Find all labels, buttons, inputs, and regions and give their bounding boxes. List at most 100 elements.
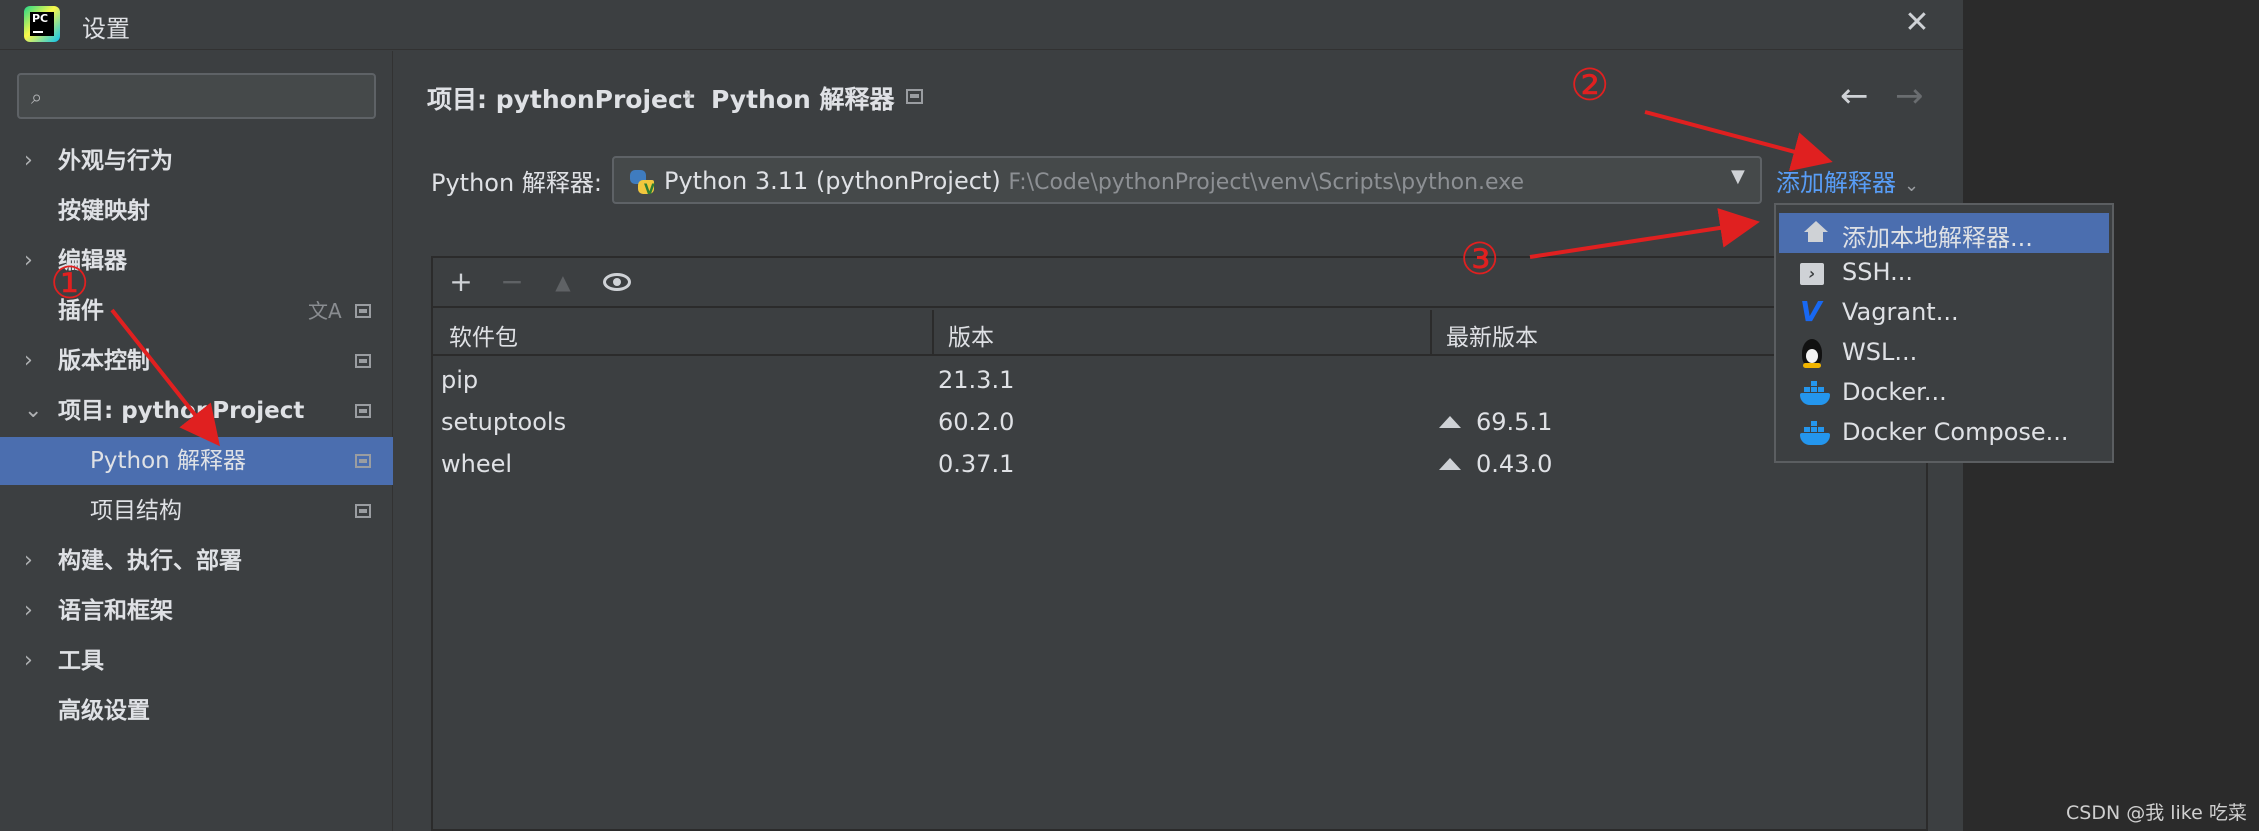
table-row[interactable]: wheel 0.37.1 0.43.0 [433, 444, 1926, 486]
dropdown-arrow-icon: ▼ [1731, 166, 1745, 187]
interpreter-value: Python 3.11 (pythonProject) F:\Code\pyth… [664, 167, 1524, 195]
chevron-right-icon: › [24, 148, 33, 173]
column-header-package[interactable]: 软件包 [449, 318, 518, 352]
settings-dialog: PC 设置 ✕ ⌕ › 外观与行为 按键映射 › 编辑器 插件 文A › 版本控… [0, 0, 2114, 831]
sidebar-item-label: 按键映射 [58, 198, 150, 224]
sidebar-item-label: Python 解释器 [90, 448, 247, 474]
search-icon: ⌕ [31, 85, 43, 109]
menu-item-docker[interactable]: Docker... [1776, 373, 2112, 413]
terminal-icon: › [1800, 263, 1824, 285]
remove-package-icon[interactable]: − [494, 264, 530, 300]
linux-icon [1802, 339, 1822, 368]
sidebar-item-label: 项目结构 [90, 498, 182, 524]
close-icon[interactable]: ✕ [1900, 6, 1934, 40]
package-version: 21.3.1 [938, 366, 1015, 394]
sidebar-item-languages[interactable]: › 语言和框架 [0, 587, 393, 635]
sidebar-item-label: 项目: pythonProject [58, 398, 305, 424]
menu-item-add-local-interpreter[interactable]: 添加本地解释器... [1779, 213, 2109, 253]
interpreter-path: F:\Code\pythonProject\venv\Scripts\pytho… [1008, 170, 1525, 195]
annotation-step-3: ③ [1460, 234, 1500, 285]
sidebar-item-tools[interactable]: › 工具 [0, 637, 393, 685]
menu-item-vagrant[interactable]: V Vagrant... [1776, 293, 2112, 333]
column-divider [932, 310, 934, 356]
chevron-right-icon: › [24, 598, 33, 623]
menu-item-label: 添加本地解释器... [1842, 224, 2033, 252]
package-version: 60.2.0 [938, 408, 1015, 436]
chevron-right-icon: › [24, 648, 33, 673]
watermark: CSDN @我 like 吃菜 [2066, 802, 2247, 824]
sidebar-item-project[interactable]: ⌄ 项目: pythonProject [0, 387, 393, 435]
chevron-right-icon: › [24, 348, 33, 373]
sidebar-item-project-structure[interactable]: 项目结构 [0, 487, 393, 535]
project-scope-icon [355, 454, 371, 468]
column-divider [1430, 310, 1432, 356]
search-box[interactable]: ⌕ [17, 73, 376, 119]
packages-toolbar: + − ▲ [433, 258, 1926, 308]
sidebar-item-label: 工具 [58, 648, 104, 674]
add-interpreter-label: 添加解释器 [1776, 169, 1896, 197]
upgrade-available-icon [1439, 416, 1461, 428]
menu-item-ssh[interactable]: › SSH... [1776, 253, 2112, 293]
forward-arrow-icon[interactable]: → [1895, 76, 1924, 116]
menu-item-label: WSL... [1842, 338, 1918, 366]
project-scope-icon [355, 304, 371, 318]
project-scope-icon [355, 354, 371, 368]
breadcrumb-project[interactable]: 项目: pythonProject [427, 80, 695, 116]
sidebar-item-advanced[interactable]: 高级设置 [0, 687, 393, 735]
menu-item-wsl[interactable]: WSL... [1776, 333, 2112, 373]
eye-icon[interactable] [603, 273, 631, 291]
breadcrumb-separator: › [683, 80, 693, 109]
vagrant-icon: V [1800, 295, 1822, 328]
back-arrow-icon[interactable]: ← [1840, 76, 1869, 116]
menu-item-label: Docker Compose... [1842, 418, 2069, 446]
home-icon [1803, 221, 1829, 247]
menu-item-docker-compose[interactable]: Docker Compose... [1776, 413, 2112, 453]
upgrade-available-icon [1439, 458, 1461, 470]
menu-item-label: Vagrant... [1842, 298, 1959, 326]
menu-item-label: SSH... [1842, 258, 1913, 286]
docker-icon [1800, 381, 1830, 407]
docker-icon [1800, 421, 1830, 447]
translate-icon: 文A [308, 299, 342, 323]
add-interpreter-link[interactable]: 添加解释器 ⌄ [1776, 163, 1919, 198]
column-header-version[interactable]: 版本 [948, 318, 994, 352]
sidebar-item-build[interactable]: › 构建、执行、部署 [0, 537, 393, 585]
packages-table-header: 软件包 版本 最新版本 [433, 310, 1926, 356]
sidebar-item-label: 高级设置 [58, 698, 150, 724]
package-name: wheel [441, 450, 513, 478]
breadcrumb-page: Python 解释器 [711, 85, 895, 114]
table-row[interactable]: pip 21.3.1 [433, 360, 1926, 402]
settings-sidebar: ⌕ › 外观与行为 按键映射 › 编辑器 插件 文A › 版本控制 ⌄ 项目: … [0, 51, 393, 831]
sidebar-item-python-interpreter[interactable]: Python 解释器 [0, 437, 393, 485]
sidebar-item-keymap[interactable]: 按键映射 [0, 187, 393, 235]
sidebar-item-label: 外观与行为 [58, 148, 173, 174]
add-interpreter-menu: 添加本地解释器... › SSH... V Vagrant... WSL... … [1774, 203, 2114, 463]
add-package-icon[interactable]: + [443, 264, 479, 300]
chevron-right-icon: › [24, 548, 33, 573]
window-title: 设置 [82, 15, 130, 43]
upgrade-package-icon[interactable]: ▲ [545, 264, 581, 300]
logo-text: PC [30, 12, 54, 36]
sidebar-item-label: 语言和框架 [58, 598, 173, 624]
chevron-down-icon: ⌄ [1904, 175, 1920, 196]
sidebar-item-vcs[interactable]: › 版本控制 [0, 337, 393, 385]
python-icon: V [628, 168, 656, 198]
annotation-step-2: ② [1570, 60, 1610, 111]
sidebar-item-appearance[interactable]: › 外观与行为 [0, 137, 393, 185]
package-name: pip [441, 366, 479, 394]
chevron-right-icon: › [24, 248, 33, 273]
project-scope-icon [355, 504, 371, 518]
project-scope-icon [355, 404, 371, 418]
column-header-latest[interactable]: 最新版本 [1446, 318, 1538, 352]
menu-item-label: Docker... [1842, 378, 1947, 406]
project-scope-icon [906, 89, 923, 104]
annotation-step-1: ① [50, 258, 90, 309]
package-latest: 0.43.0 [1476, 450, 1553, 478]
sidebar-item-label: 构建、执行、部署 [58, 548, 242, 574]
package-latest: 69.5.1 [1476, 408, 1553, 436]
search-input[interactable] [69, 81, 369, 111]
interpreter-name: Python 3.11 (pythonProject) [664, 167, 1001, 195]
table-row[interactable]: setuptools 60.2.0 69.5.1 [433, 402, 1926, 444]
packages-panel: + − ▲ 软件包 版本 最新版本 pip 21.3.1 setuptools … [431, 256, 1928, 831]
interpreter-select[interactable]: V Python 3.11 (pythonProject) F:\Code\py… [612, 156, 1762, 204]
